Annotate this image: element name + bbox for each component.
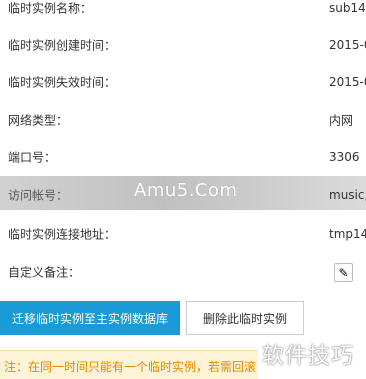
field-value: 2015-0 bbox=[329, 75, 366, 89]
field-row-created-time: 临时实例创建时间： 2015-0 bbox=[0, 27, 366, 63]
migrate-instance-button[interactable]: 迁移临时实例至主实例数据库 bbox=[0, 301, 180, 335]
field-row-port: 端口号： 3306 bbox=[0, 139, 366, 175]
field-label: 访问帐号： bbox=[8, 188, 69, 203]
pencil-icon[interactable]: ✎ bbox=[334, 263, 353, 282]
field-label: 自定义备注： bbox=[8, 265, 81, 280]
watermark-center: Amu5.Com bbox=[134, 180, 238, 201]
notice-text: 注：在同一时间只能有一个临时实例，若需回滚 bbox=[4, 360, 257, 374]
field-row-expire-time: 临时实例失效时间： 2015-0 bbox=[0, 64, 366, 100]
field-row-remark: 自定义备注： bbox=[0, 254, 366, 290]
watermark-corner: 软件技巧 bbox=[262, 344, 355, 369]
field-value: sub143 bbox=[329, 1, 366, 15]
field-label: 临时实例失效时间： bbox=[8, 75, 117, 90]
field-value: 3306 bbox=[329, 150, 360, 164]
field-value: tmp14 bbox=[329, 227, 366, 241]
field-label: 网络类型： bbox=[8, 113, 69, 128]
field-row-network-type: 网络类型： 内网 bbox=[0, 102, 366, 138]
delete-instance-button[interactable]: 删除此临时实例 bbox=[186, 301, 304, 335]
field-label: 临时实例名称： bbox=[8, 1, 93, 16]
field-row-instance-name: 临时实例名称： sub143 bbox=[0, 0, 366, 26]
field-value: music,l bbox=[329, 188, 366, 202]
field-row-connection-address: 临时实例连接地址： tmp14 bbox=[0, 216, 366, 252]
field-label: 临时实例创建时间： bbox=[8, 38, 117, 53]
field-label: 临时实例连接地址： bbox=[8, 227, 117, 242]
field-label: 端口号： bbox=[8, 150, 57, 165]
field-value: 内网 bbox=[329, 113, 354, 128]
notice-bar: 注：在同一时间只能有一个临时实例，若需回滚 bbox=[0, 350, 258, 379]
field-value: 2015-0 bbox=[329, 38, 366, 52]
